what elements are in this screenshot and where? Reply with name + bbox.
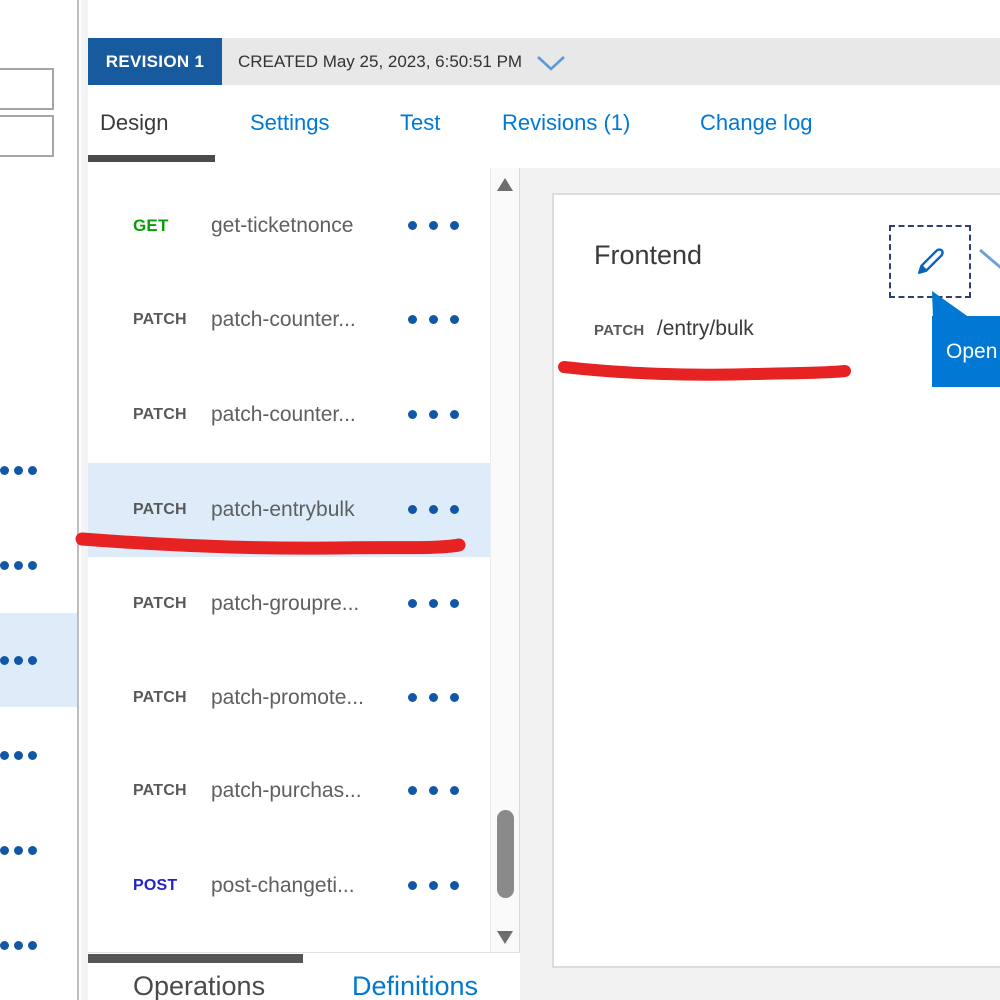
tab-definitions[interactable]: Definitions [352, 971, 478, 1000]
pencil-icon [911, 243, 949, 281]
list-footer-tabs: Operations Definitions [88, 952, 520, 1000]
operations-list: GET get-ticketnonce PATCH patch-counter.… [88, 168, 520, 952]
content-area: GET get-ticketnonce PATCH patch-counter.… [88, 168, 1000, 1000]
tab-bar: Design Settings Test Revisions (1) Chang… [88, 85, 1000, 168]
method-label: PATCH [133, 311, 205, 329]
chevron-down-icon[interactable] [536, 55, 566, 72]
more-options-icon[interactable] [408, 221, 459, 230]
edit-frontend-button[interactable] [889, 225, 971, 298]
operation-patch-promote[interactable]: PATCH patch-promote... [88, 651, 490, 745]
active-footer-tab-indicator [88, 954, 303, 963]
api-design-view: REVISION 1 CREATED May 25, 2023, 6:50:51… [88, 0, 1000, 1000]
method-label: PATCH [133, 689, 205, 707]
operation-name: patch-groupre... [211, 592, 359, 616]
operation-patch-groupre[interactable]: PATCH patch-groupre... [88, 557, 490, 651]
operation-patch-counter[interactable]: PATCH patch-counter... [88, 368, 490, 462]
operation-name: patch-counter... [211, 308, 356, 332]
revision-created-label: CREATED May 25, 2023, 6:50:51 PM [238, 52, 522, 72]
panel-divider [81, 0, 88, 1000]
tab-operations[interactable]: Operations [133, 971, 265, 1000]
revision-bar: REVISION 1 CREATED May 25, 2023, 6:50:51… [88, 38, 1000, 85]
more-options-icon[interactable] [0, 846, 37, 855]
more-options-icon[interactable] [408, 505, 459, 514]
list-item[interactable] [0, 518, 77, 612]
more-options-icon[interactable] [408, 315, 459, 324]
tab-change-log[interactable]: Change log [700, 85, 813, 161]
scroll-up-icon[interactable] [497, 178, 513, 191]
operation-patch-counter[interactable]: PATCH patch-counter... [88, 273, 490, 367]
operation-name: patch-counter... [211, 403, 356, 427]
operation-name: patch-entrybulk [211, 498, 355, 522]
open-tooltip: Open [932, 316, 1000, 387]
method-label: PATCH [133, 595, 205, 613]
scrollbar-thumb[interactable] [497, 810, 514, 898]
method-label: PATCH [133, 406, 205, 424]
list-item[interactable] [0, 423, 77, 517]
method-label: PATCH [133, 782, 205, 800]
method-label: PATCH [133, 501, 205, 519]
operation-patch-entrybulk[interactable]: PATCH patch-entrybulk [88, 463, 490, 557]
method-label: GET [133, 216, 205, 236]
list-item[interactable] [0, 898, 77, 992]
more-options-icon[interactable] [0, 466, 37, 475]
more-options-icon[interactable] [408, 881, 459, 890]
scrollbar[interactable] [490, 168, 519, 952]
list-item[interactable] [0, 708, 77, 802]
tab-test[interactable]: Test [400, 85, 440, 161]
more-options-icon[interactable] [0, 751, 37, 760]
more-options-icon[interactable] [408, 786, 459, 795]
operation-name: patch-purchas... [211, 779, 362, 803]
endpoint-path: /entry/bulk [657, 317, 754, 340]
scroll-down-icon[interactable] [497, 931, 513, 944]
operation-patch-purchas[interactable]: PATCH patch-purchas... [88, 744, 490, 838]
chevron-down-icon[interactable] [978, 247, 1000, 271]
more-options-icon[interactable] [0, 656, 37, 665]
operation-get-ticketnonce[interactable]: GET get-ticketnonce [88, 179, 490, 273]
more-options-icon[interactable] [408, 599, 459, 608]
tab-settings[interactable]: Settings [250, 85, 330, 161]
tab-revisions[interactable]: Revisions (1) [502, 85, 630, 161]
revision-badge: REVISION 1 [88, 38, 222, 85]
operation-post-changeti[interactable]: POST post-changeti... [88, 839, 490, 933]
more-options-icon[interactable] [0, 561, 37, 570]
more-options-icon[interactable] [408, 410, 459, 419]
cropped-box [0, 68, 54, 110]
tab-design[interactable]: Design [100, 85, 168, 161]
frontend-card: Frontend PATCH /entry/bulk Open [552, 193, 1000, 968]
active-tab-indicator [88, 155, 215, 162]
tooltip-pointer [928, 291, 974, 319]
more-options-icon[interactable] [0, 941, 37, 950]
frontend-endpoint: PATCH /entry/bulk [594, 317, 754, 341]
frontend-title: Frontend [594, 240, 702, 271]
method-label: PATCH [594, 322, 644, 339]
left-cropped-panel [0, 0, 79, 1000]
operation-name: get-ticketnonce [211, 214, 353, 238]
operation-name: patch-promote... [211, 686, 364, 710]
cropped-box [0, 115, 54, 157]
more-options-icon[interactable] [408, 693, 459, 702]
operation-name: post-changeti... [211, 874, 355, 898]
list-item[interactable] [0, 803, 77, 897]
list-item-selected[interactable] [0, 613, 77, 707]
method-label: POST [133, 877, 205, 895]
